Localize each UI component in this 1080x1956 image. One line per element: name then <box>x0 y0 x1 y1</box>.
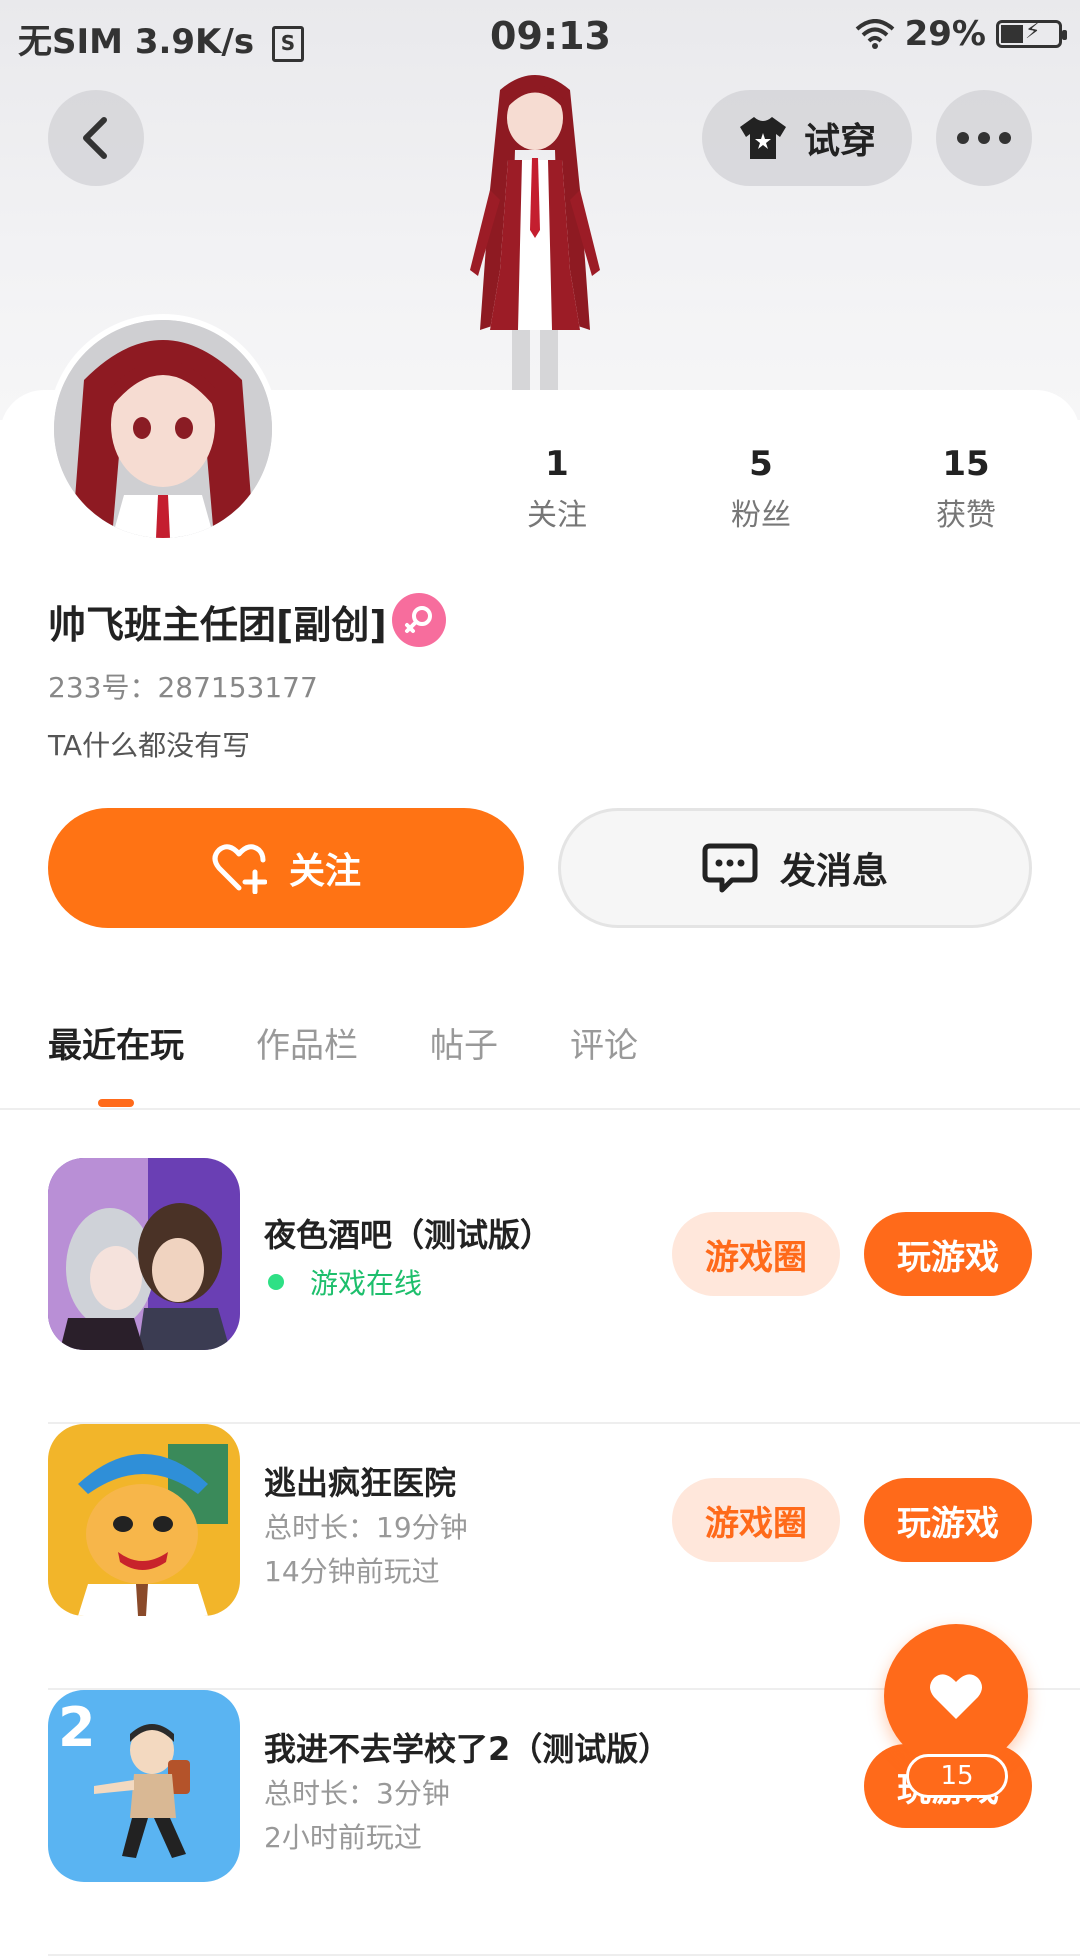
carrier-text: 无SIM <box>18 22 123 62</box>
stat-fans[interactable]: 5 粉丝 <box>691 444 831 534</box>
play-game-button[interactable]: 玩游戏 <box>864 1212 1032 1296</box>
shirt-icon <box>739 117 786 159</box>
tab-recent-play[interactable]: 最近在玩 <box>48 1018 184 1067</box>
username: 帅飞班主任团[副创] <box>48 603 387 647</box>
more-dots-icon <box>957 132 1011 144</box>
avatar-image <box>54 320 272 538</box>
profile-tabs: 最近在玩 作品栏 帖子 评论 <box>48 1018 710 1067</box>
battery-icon: ⚡ <box>996 19 1067 48</box>
last-played: 14分钟前玩过 <box>264 1555 440 1588</box>
tab-divider <box>0 1108 1080 1110</box>
try-on-button[interactable]: 试穿 <box>702 90 912 186</box>
sim-icon: S <box>271 25 304 62</box>
online-status: 游戏在线 <box>264 1262 422 1302</box>
play-duration: 总时长：19分钟 <box>264 1511 468 1544</box>
heart-icon <box>930 1674 982 1719</box>
stat-following-count: 1 <box>545 444 569 484</box>
user-bio: TA什么都没有写 <box>48 729 251 762</box>
stat-likes-label: 获赞 <box>936 498 996 533</box>
game-icon-night-bar[interactable] <box>48 1158 240 1350</box>
battery-percent: 29% <box>904 14 986 54</box>
user-id: 233号：287153177 <box>48 671 318 704</box>
game-icon-cant-get-to-school[interactable]: 2 <box>48 1690 240 1882</box>
play-duration: 总时长：3分钟 <box>264 1777 450 1810</box>
online-status-label: 游戏在线 <box>310 1267 423 1300</box>
game-title: 夜色酒吧（测试版） <box>264 1216 553 1254</box>
last-played: 2小时前玩过 <box>264 1821 422 1854</box>
clock: 09:13 <box>490 14 611 58</box>
stat-fans-label: 粉丝 <box>731 498 791 533</box>
stat-fans-count: 5 <box>749 444 773 484</box>
chat-bubble-icon <box>702 843 758 893</box>
game-circle-button[interactable]: 游戏圈 <box>672 1478 840 1562</box>
game-title: 我进不去学校了2（测试版） <box>264 1730 671 1768</box>
back-button[interactable] <box>48 90 144 186</box>
message-button[interactable]: 发消息 <box>558 808 1032 928</box>
heart-plus-icon <box>212 844 267 894</box>
play-game-button[interactable]: 玩游戏 <box>864 1478 1032 1562</box>
message-label: 发消息 <box>779 851 888 892</box>
game-icon-escape-hospital[interactable] <box>48 1424 240 1616</box>
tab-comments[interactable]: 评论 <box>570 1018 638 1067</box>
like-floating-button[interactable] <box>884 1624 1028 1768</box>
stat-likes-count: 15 <box>942 444 990 484</box>
chevron-left-icon <box>83 117 107 159</box>
status-bar: 无SIM 3.9K/s S 09:13 29% ⚡ <box>0 0 1080 76</box>
game-row[interactable]: 夜色酒吧（测试版） 游戏在线 游戏圈 玩游戏 <box>48 1158 1080 1424</box>
avatar[interactable] <box>48 314 278 544</box>
game-circle-button[interactable]: 游戏圈 <box>672 1212 840 1296</box>
svg-text:2: 2 <box>58 1696 96 1759</box>
status-right: 29% ⚡ <box>855 14 1067 54</box>
stat-likes[interactable]: 15 获赞 <box>896 444 1036 534</box>
character-avatar-figure <box>470 75 600 420</box>
online-dot-icon <box>268 1274 284 1290</box>
more-button[interactable] <box>936 90 1032 186</box>
female-icon <box>392 593 446 647</box>
try-on-label: 试穿 <box>803 121 876 162</box>
game-title: 逃出疯狂医院 <box>264 1464 457 1502</box>
wifi-icon <box>855 19 894 49</box>
follow-button[interactable]: 关注 <box>48 808 524 928</box>
status-left: 无SIM 3.9K/s S <box>18 14 304 63</box>
network-speed: 3.9K/s <box>134 22 255 62</box>
stat-following[interactable]: 1 关注 <box>487 444 627 534</box>
tab-indicator <box>98 1099 134 1107</box>
tab-posts[interactable]: 帖子 <box>430 1018 498 1067</box>
stat-following-label: 关注 <box>527 498 587 533</box>
follow-label: 关注 <box>288 851 361 892</box>
like-count-badge: 15 <box>906 1754 1008 1798</box>
tab-works[interactable]: 作品栏 <box>256 1018 358 1067</box>
